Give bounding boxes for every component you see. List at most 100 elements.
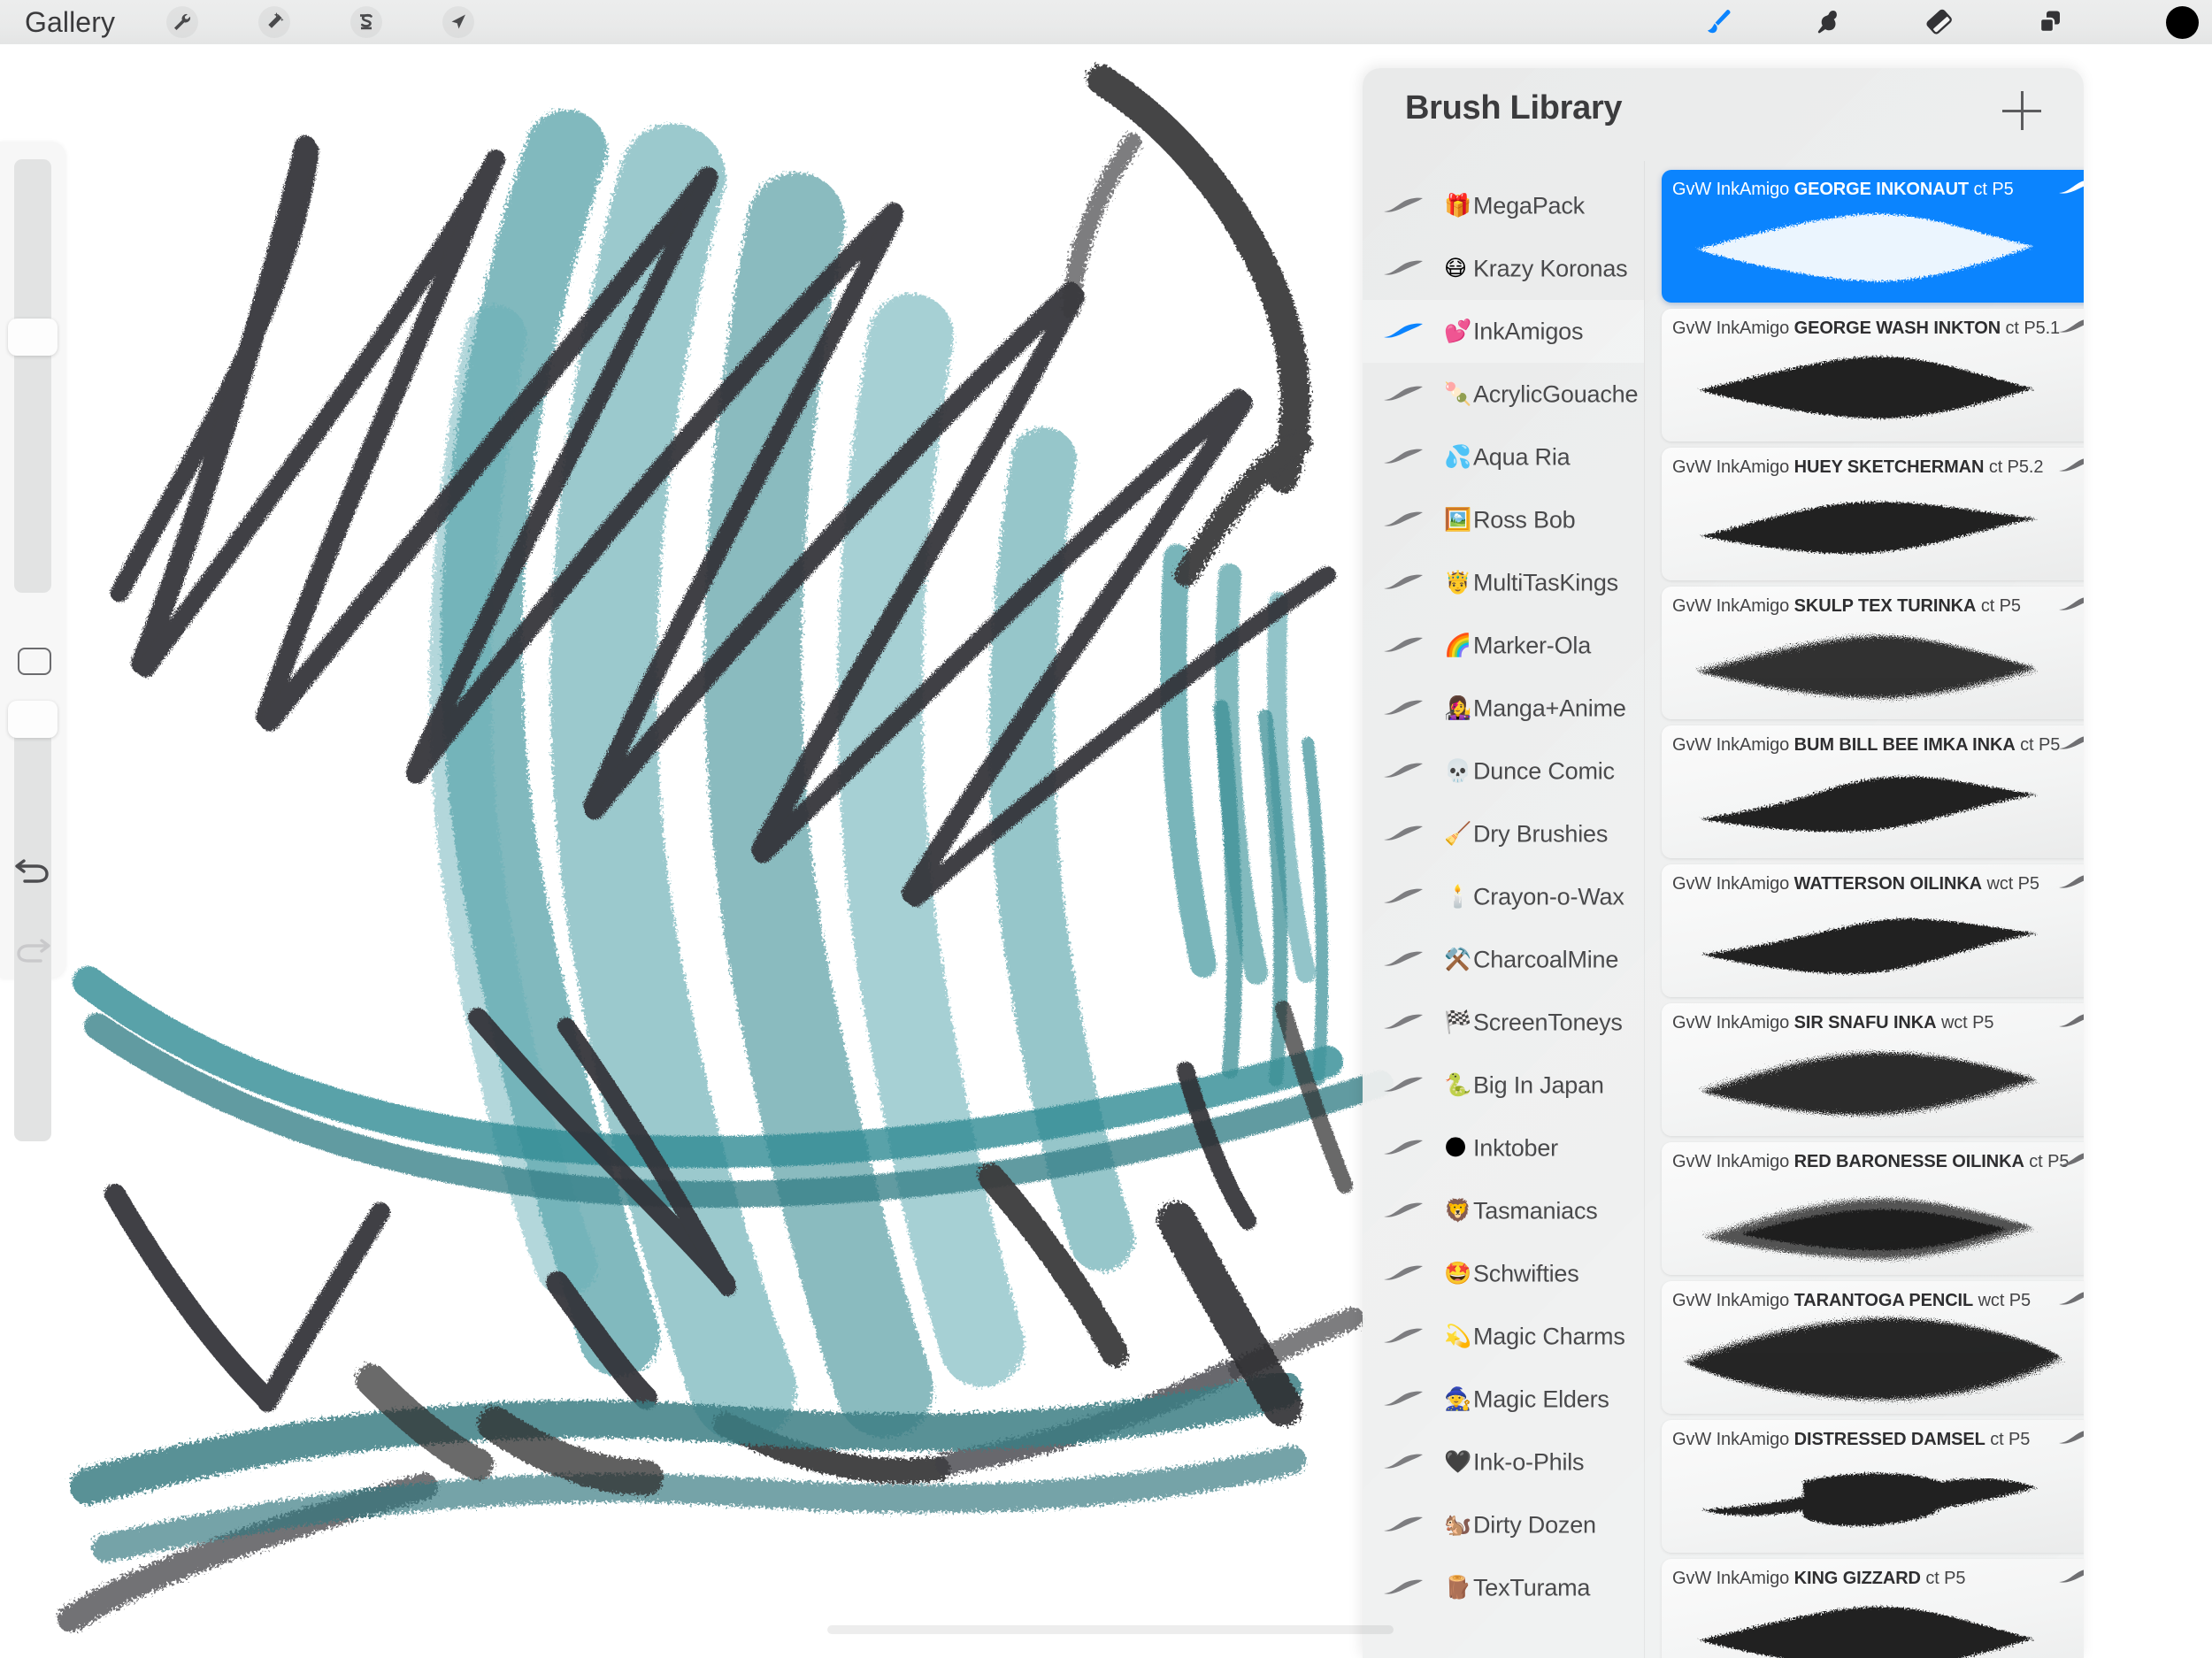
brush-size-thumb[interactable] — [8, 319, 58, 356]
procreate-app: Brush Library 🎁 MegaPack 😷 Krazy Koronas 💕 In… — [0, 0, 2212, 1658]
eraser-icon — [1926, 9, 1952, 35]
brush-stroke-icon — [1384, 1454, 1423, 1469]
brush-stroke-icon — [2059, 736, 2084, 749]
brush-set-label: Krazy Koronas — [1473, 255, 1628, 281]
undo-button[interactable] — [6, 849, 59, 890]
brush-card[interactable]: GvW InkAmigo HUEY SKETCHERMAN ct P5.2 — [1662, 448, 2084, 580]
brush-set-row[interactable]: 😷 Krazy Koronas — [1363, 237, 1644, 300]
eraser-tool-button[interactable] — [1920, 4, 1959, 41]
brush-library-panel: Brush Library 🎁 MegaPack 😷 Krazy Koronas 💕 In… — [1363, 68, 2084, 1658]
brush-set-row[interactable]: 🖤 Ink-o-Phils — [1363, 1431, 1644, 1493]
brush-card[interactable]: GvW InkAmigo SIR SNAFU INKA wct P5 — [1662, 1003, 2084, 1136]
brush-stroke-icon — [2059, 1153, 2084, 1166]
brush-stroke-icon — [1384, 197, 1423, 212]
adjustments-wand-icon — [268, 12, 284, 28]
brush-card[interactable]: GvW InkAmigo BUM BILL BEE IMKA INKA ct P… — [1662, 725, 2084, 858]
smudge-icon — [1817, 11, 1837, 34]
paint-tool-button[interactable] — [1699, 4, 1738, 41]
brush-set-label: ScreenToneys — [1473, 1009, 1623, 1035]
brush-list[interactable]: GvW InkAmigo GEORGE INKONAUT ct P5 GvW In… — [1644, 161, 2084, 1658]
layers-tool-button[interactable] — [2031, 4, 2070, 41]
top-toolbar: Gallery — [0, 0, 2212, 44]
brush-stroke-icon — [2057, 594, 2084, 613]
brush-size-slider[interactable] — [14, 159, 51, 593]
selection-icon — [360, 13, 373, 30]
brush-stroke-icon — [1384, 260, 1423, 275]
brush-set-label: Dirty Dozen — [1473, 1511, 1596, 1538]
brush-stroke-icon — [1382, 510, 1425, 529]
brush-set-row[interactable]: 🌈 Marker-Ola — [1363, 614, 1644, 677]
brush-stroke-icon — [1384, 763, 1423, 778]
brush-stroke-icon — [2057, 1427, 2084, 1447]
brush-stroke-icon — [1382, 1012, 1425, 1032]
brush-set-row[interactable]: 💦 Aqua Ria — [1363, 426, 1644, 488]
brush-set-row[interactable]: 🧹 Dry Brushies — [1363, 802, 1644, 865]
brush-set-row[interactable]: 🪵 TexTurama — [1363, 1556, 1644, 1619]
modify-button[interactable] — [18, 648, 51, 675]
brush-set-emoji: 🤴 — [1444, 570, 1472, 595]
brush-card[interactable]: GvW InkAmigo SKULP TEX TURINKA ct P5 — [1662, 587, 2084, 719]
brush-set-label: MegaPack — [1473, 192, 1585, 219]
brush-set-row[interactable]: 💕 InkAmigos — [1363, 300, 1644, 363]
actions-wrench-button[interactable] — [166, 6, 198, 38]
brush-set-row[interactable]: 🖼️ Ross Bob — [1363, 488, 1644, 551]
redo-icon — [17, 939, 50, 963]
brush-stroke-icon — [1384, 1202, 1423, 1217]
brush-set-row[interactable]: 🤩 Schwifties — [1363, 1242, 1644, 1305]
brush-set-row[interactable]: 🍡 AcrylicGouache — [1363, 363, 1644, 426]
brush-set-label: Manga+Anime — [1473, 695, 1626, 721]
brush-set-label: CharcoalMine — [1473, 946, 1619, 972]
brush-stroke-icon — [2059, 319, 2084, 333]
smudge-tool-button[interactable] — [1809, 4, 1848, 41]
brush-set-emoji: 🖼️ — [1444, 507, 1472, 532]
brush-set-row[interactable]: 🧙 Magic Elders — [1363, 1368, 1644, 1431]
brush-stroke-icon — [2057, 177, 2084, 196]
brush-card[interactable]: GvW InkAmigo RED BARONESSE OILINKA ct P5 — [1662, 1142, 2084, 1275]
brush-card[interactable]: GvW InkAmigo TARANTOGA PENCIL wct P5 — [1662, 1281, 2084, 1414]
brush-stroke-icon — [2059, 180, 2084, 194]
layers-icon — [2039, 11, 2060, 34]
brush-card[interactable]: GvW InkAmigo WATTERSON OILINKA wct P5 — [1662, 864, 2084, 997]
brush-set-label: Dunce Comic — [1473, 757, 1615, 784]
brush-stroke-icon — [1384, 323, 1423, 338]
brush-set-row[interactable]: 🐿️ Dirty Dozen — [1363, 1493, 1644, 1556]
brush-set-emoji: 🐍 — [1444, 1072, 1472, 1097]
brush-set-row[interactable]: ⚒️ CharcoalMine — [1363, 928, 1644, 991]
horizontal-scrollbar[interactable] — [827, 1625, 1394, 1634]
brush-card[interactable]: GvW InkAmigo GEORGE WASH INKTON ct P5.1 — [1662, 309, 2084, 441]
brush-set-row[interactable]: 🌑 Inktober — [1363, 1117, 1644, 1179]
brush-set-row[interactable]: 🕯️ Crayon-o-Wax — [1363, 865, 1644, 928]
brush-stroke-icon — [1382, 1075, 1425, 1094]
brush-set-emoji: 🪵 — [1444, 1575, 1472, 1600]
brush-card[interactable]: GvW InkAmigo KING GIZZARD ct P5 — [1662, 1559, 2084, 1658]
brush-set-row[interactable]: 🦁 Tasmaniacs — [1363, 1179, 1644, 1242]
brush-set-row[interactable]: 🏁 ScreenToneys — [1363, 991, 1644, 1054]
brush-stroke-icon — [1382, 949, 1425, 969]
brush-preview-stroke — [1662, 196, 2084, 301]
selection-button[interactable] — [350, 6, 382, 38]
brush-set-row[interactable]: 💫 Magic Charms — [1363, 1305, 1644, 1368]
brush-stroke-icon — [2059, 1014, 2084, 1027]
brush-set-row[interactable]: 🎁 MegaPack — [1363, 174, 1644, 237]
brush-set-row[interactable]: 🐍 Big In Japan — [1363, 1054, 1644, 1117]
transform-button[interactable] — [442, 6, 474, 38]
gallery-button[interactable]: Gallery — [25, 5, 115, 39]
brush-set-row[interactable]: 💀 Dunce Comic — [1363, 740, 1644, 802]
color-swatch-button[interactable] — [2166, 6, 2199, 39]
brush-stroke-icon — [2057, 455, 2084, 474]
brush-card[interactable]: GvW InkAmigo GEORGE INKONAUT ct P5 — [1662, 170, 2084, 303]
brush-preview-stroke — [1662, 1030, 2084, 1134]
brush-set-emoji: 🍡 — [1444, 381, 1472, 406]
undo-icon — [15, 859, 49, 883]
brush-card[interactable]: GvW InkAmigo DISTRESSED DAMSEL ct P5 — [1662, 1420, 2084, 1553]
brush-opacity-thumb[interactable] — [8, 701, 58, 738]
brush-set-list[interactable]: 🎁 MegaPack 😷 Krazy Koronas 💕 InkAmigos 🍡 Acryli… — [1363, 161, 1644, 1658]
brush-stroke-icon — [2057, 1288, 2084, 1308]
brush-set-row[interactable]: 🤴 MultiTasKings — [1363, 551, 1644, 614]
page-title: Brush Library — [1405, 89, 1623, 127]
add-brush-button[interactable] — [2002, 91, 2041, 130]
brush-opacity-slider[interactable] — [14, 708, 51, 1141]
redo-button[interactable] — [6, 929, 59, 970]
brush-set-row[interactable]: 👩‍🎤 Manga+Anime — [1363, 677, 1644, 740]
adjustments-button[interactable] — [258, 6, 290, 38]
